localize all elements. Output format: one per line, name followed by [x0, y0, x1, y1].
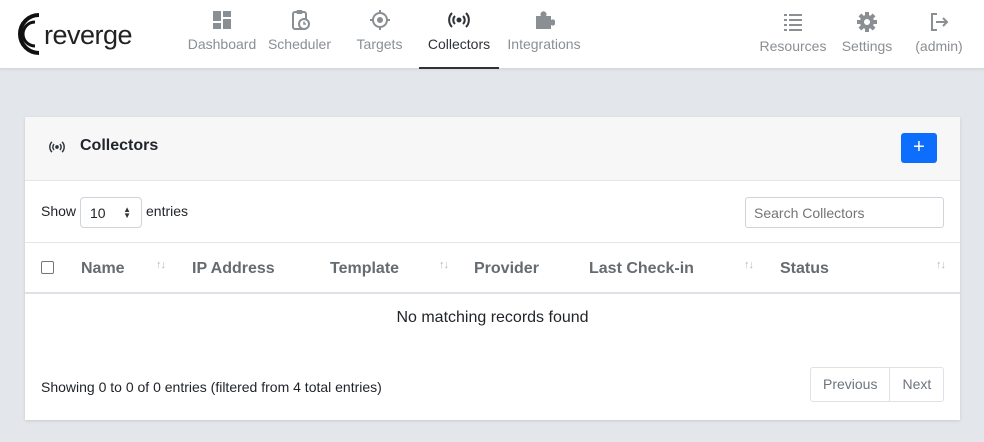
nav-label-integrations: Integrations [507, 36, 581, 52]
show-label: Show [41, 203, 77, 219]
nav-item-resources[interactable]: Resources [755, 0, 831, 69]
brand-name: reverge [44, 20, 133, 50]
entries-label: entries [146, 203, 189, 219]
nav-label-targets: Targets [356, 36, 403, 52]
sort-icon[interactable]: ↑↓ [744, 259, 754, 271]
nav-item-scheduler[interactable]: Scheduler [262, 0, 337, 69]
sort-asc-icon[interactable]: ↑↓ [156, 259, 166, 271]
column-header-status[interactable]: Status [780, 260, 829, 278]
clipboard-clock-icon [291, 10, 310, 30]
nav-label-dashboard: Dashboard [187, 36, 257, 52]
sort-icon[interactable]: ↑↓ [439, 259, 449, 271]
column-header-template[interactable]: Template [330, 260, 399, 278]
nav-item-dashboard[interactable]: Dashboard [182, 0, 262, 69]
collectors-card: Collectors + Show 10 ▲▼ entries Name ↑↓ … [25, 117, 960, 420]
logout-icon [931, 13, 949, 31]
card-header: Collectors + [25, 117, 960, 181]
page-size-value: 10 [90, 205, 106, 221]
column-header-provider[interactable]: Provider [474, 260, 539, 278]
dashboard-icon [213, 11, 231, 29]
gear-icon [857, 12, 877, 32]
select-caret-icon: ▲ ▼ [123, 205, 131, 220]
broadcast-icon [49, 141, 65, 153]
list-icon [784, 14, 802, 31]
empty-table-message: No matching records found [396, 309, 589, 326]
table-info: Showing 0 to 0 of 0 entries (filtered fr… [41, 379, 382, 395]
page-title: Collectors [80, 137, 159, 154]
nav-item-integrations[interactable]: Integrations [503, 0, 585, 69]
nav-label-resources: Resources [759, 38, 827, 54]
column-header-last-check-in[interactable]: Last Check-in [589, 260, 694, 278]
nav-label-scheduler: Scheduler [267, 36, 332, 52]
sort-icon[interactable]: ↑↓ [936, 259, 946, 271]
next-page-button[interactable]: Next [889, 368, 943, 401]
search-input[interactable] [745, 197, 944, 228]
nav-item-collectors[interactable]: Collectors [419, 0, 499, 69]
nav-label-collectors: Collectors [427, 36, 491, 52]
table-header: Name ↑↓ IP Address Template ↑↓ Provider … [25, 242, 960, 294]
nav-label-user: (admin) [915, 38, 963, 54]
nav-item-settings[interactable]: Settings [837, 0, 897, 69]
top-navbar: reverge Dashboard Scheduler Targets Coll… [0, 0, 984, 69]
add-collector-button[interactable]: + [901, 133, 937, 163]
select-all-checkbox[interactable] [41, 261, 54, 274]
puzzle-icon [536, 11, 555, 29]
brand-logo[interactable]: reverge [17, 12, 137, 56]
nav-item-logout[interactable]: (admin) [908, 0, 970, 69]
previous-page-button[interactable]: Previous [811, 368, 889, 401]
nav-label-settings: Settings [841, 38, 893, 54]
broadcast-icon [448, 12, 470, 28]
pagination: Previous Next [810, 367, 945, 402]
column-header-name[interactable]: Name [81, 260, 125, 278]
column-header-ip-address[interactable]: IP Address [192, 260, 275, 278]
crosshairs-icon [369, 10, 390, 30]
page-size-select[interactable]: 10 ▲ ▼ [80, 197, 142, 228]
nav-item-targets[interactable]: Targets [342, 0, 417, 69]
